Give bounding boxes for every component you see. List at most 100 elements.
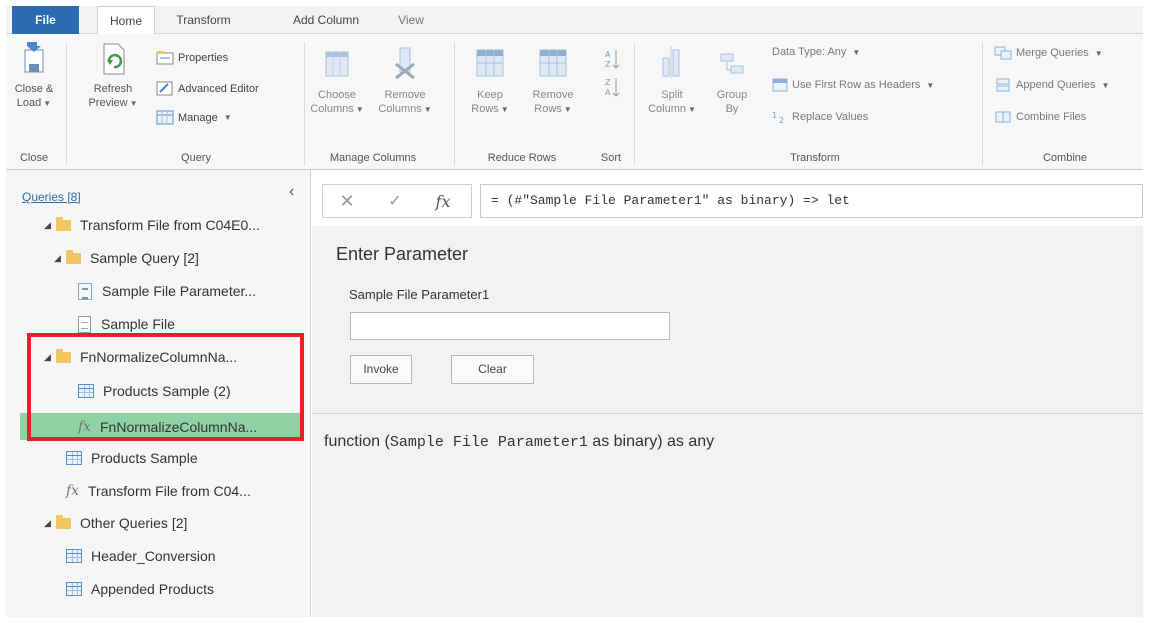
tab-view[interactable]: View [391, 6, 431, 34]
tab-file[interactable]: File [12, 6, 79, 34]
use-first-row-as-headers-button[interactable]: Use First Row as Headers ▼ [772, 78, 934, 92]
group-label-sort: Sort [600, 152, 622, 164]
combine-files-label: Combine Files [1016, 111, 1087, 123]
function-icon: fx [66, 483, 80, 499]
refresh-icon [103, 43, 125, 75]
group-label-transform: Transform [790, 152, 840, 164]
formula-input[interactable]: = (#"Sample File Parameter1" as binary) … [480, 184, 1143, 218]
choose-label: Choose [318, 89, 356, 101]
sort-buttons: AZ ZA [604, 48, 620, 98]
query-label: Appended Products [91, 581, 214, 597]
replace-values-button[interactable]: 12 Replace Values [772, 110, 868, 124]
query-label: Sample File Parameter... [102, 283, 257, 299]
advanced-editor-label: Advanced Editor [178, 82, 259, 95]
table-icon [66, 549, 82, 563]
query-label: Sample Query [2] [90, 250, 199, 266]
query-item-appended-products[interactable]: Appended Products [66, 576, 214, 602]
sort-descending-icon[interactable]: ZA [604, 76, 620, 98]
svg-text:A: A [605, 88, 611, 97]
formula-bar-buttons: ✕ ✓ fx [322, 184, 472, 218]
ribbon-divider [982, 42, 983, 166]
parameter-input[interactable] [350, 312, 670, 340]
manage-icon [156, 110, 174, 125]
replace-values-icon: 12 [772, 111, 784, 124]
svg-text:A: A [605, 50, 611, 59]
data-type-label: Data Type: Any [772, 46, 847, 58]
close-load-button[interactable]: Close & Load ▼ [14, 40, 54, 111]
query-folder-transform-file[interactable]: ◢ Transform File from C04E0... [44, 212, 260, 238]
document-icon [78, 315, 91, 333]
combine-files-icon [995, 111, 1011, 123]
remove-columns-button[interactable]: Remove Columns ▼ [374, 40, 436, 117]
query-label: Header_Conversion [91, 548, 216, 564]
remove-rows-icon [539, 49, 567, 77]
advanced-editor-button[interactable]: Advanced Editor [156, 81, 259, 96]
close-load-label-2: Load ▼ [16, 97, 52, 109]
page-title: Enter Parameter [336, 244, 469, 264]
query-item-products-sample[interactable]: Products Sample [66, 445, 198, 471]
invoke-button[interactable]: Invoke [350, 355, 412, 384]
properties-icon [156, 51, 174, 65]
expand-triangle-icon[interactable]: ◢ [44, 220, 56, 231]
divider [312, 413, 1143, 414]
ribbon-divider [66, 42, 67, 166]
data-type-dropdown[interactable]: Data Type: Any ▼ [772, 46, 860, 58]
merge-queries-button[interactable]: Merge Queries ▼ [994, 46, 1103, 60]
expand-triangle-icon[interactable]: ◢ [44, 518, 56, 529]
group-label-combine: Combine [1042, 152, 1088, 164]
remove-columns-label: Columns ▼ [378, 103, 432, 115]
keep-label: Keep [477, 89, 503, 101]
sort-ascending-icon[interactable]: AZ [604, 48, 620, 70]
function-signature: function (Sample File Parameter1 as bina… [324, 433, 714, 451]
remove-rows-label: Rows ▼ [534, 103, 572, 115]
refresh-preview-button[interactable]: Refresh Preview ▼ [88, 40, 138, 111]
ribbon-divider [634, 42, 635, 166]
query-item-transform-file-function[interactable]: fx Transform File from C04... [66, 478, 251, 504]
group-by-button[interactable]: Group By [710, 40, 754, 116]
svg-text:Z: Z [605, 78, 611, 87]
remove-columns-icon [395, 47, 415, 80]
signature-prefix: function ( [324, 433, 390, 450]
clear-button[interactable]: Clear [451, 355, 534, 384]
commit-icon[interactable]: ✓ [371, 191, 419, 211]
query-label: Transform File from C04E0... [80, 217, 260, 233]
remove-label: Remove [384, 89, 426, 101]
query-label: Sample File [101, 316, 175, 332]
cancel-icon[interactable]: ✕ [323, 191, 371, 212]
query-item-header-conversion[interactable]: Header_Conversion [66, 543, 216, 569]
expand-triangle-icon[interactable]: ◢ [54, 253, 66, 264]
fx-icon[interactable]: fx [419, 192, 467, 211]
folder-icon [56, 514, 71, 529]
ribbon-divider [304, 42, 305, 166]
tab-add-column[interactable]: Add Column [281, 6, 371, 34]
tab-transform[interactable]: Transform [166, 6, 241, 34]
svg-text:2: 2 [779, 116, 784, 124]
ribbon-divider [454, 42, 455, 166]
remove-rows-button[interactable]: Remove Rows ▼ [524, 40, 582, 117]
query-folder-other-queries[interactable]: ◢ Other Queries [2] [44, 510, 187, 536]
manage-button[interactable]: Manage ▼ [156, 110, 232, 125]
keep-rows-button[interactable]: Keep Rows ▼ [468, 40, 512, 117]
keep-rows-label: Rows ▼ [471, 103, 509, 115]
choose-columns-label: Columns ▼ [310, 103, 364, 115]
choose-columns-button[interactable]: Choose Columns ▼ [308, 40, 366, 117]
append-queries-button[interactable]: Append Queries ▼ [994, 78, 1109, 92]
query-item-sample-file-parameter[interactable]: Sample File Parameter... [78, 278, 256, 304]
query-folder-sample-query[interactable]: ◢ Sample Query [2] [54, 245, 199, 271]
properties-button[interactable]: Properties [156, 50, 228, 65]
queries-header[interactable]: Queries [8] [22, 190, 81, 204]
group-label-close: Close [19, 152, 49, 164]
split-column-button[interactable]: Split Column ▼ [646, 40, 698, 117]
tab-home[interactable]: Home [97, 6, 155, 35]
split-column-icon [662, 46, 680, 78]
collapse-pane-icon[interactable]: ‹ [289, 183, 294, 201]
group-label: Group [716, 89, 748, 101]
choose-columns-icon [325, 51, 349, 77]
replace-values-label: Replace Values [792, 111, 869, 123]
append-queries-label: Append Queries [1016, 79, 1096, 91]
split-label: Split [661, 89, 683, 101]
parameter-label: Sample File Parameter1 [349, 287, 490, 302]
highlight-box [27, 333, 304, 441]
query-label: Transform File from C04... [88, 483, 251, 499]
combine-files-button[interactable]: Combine Files [994, 110, 1086, 124]
